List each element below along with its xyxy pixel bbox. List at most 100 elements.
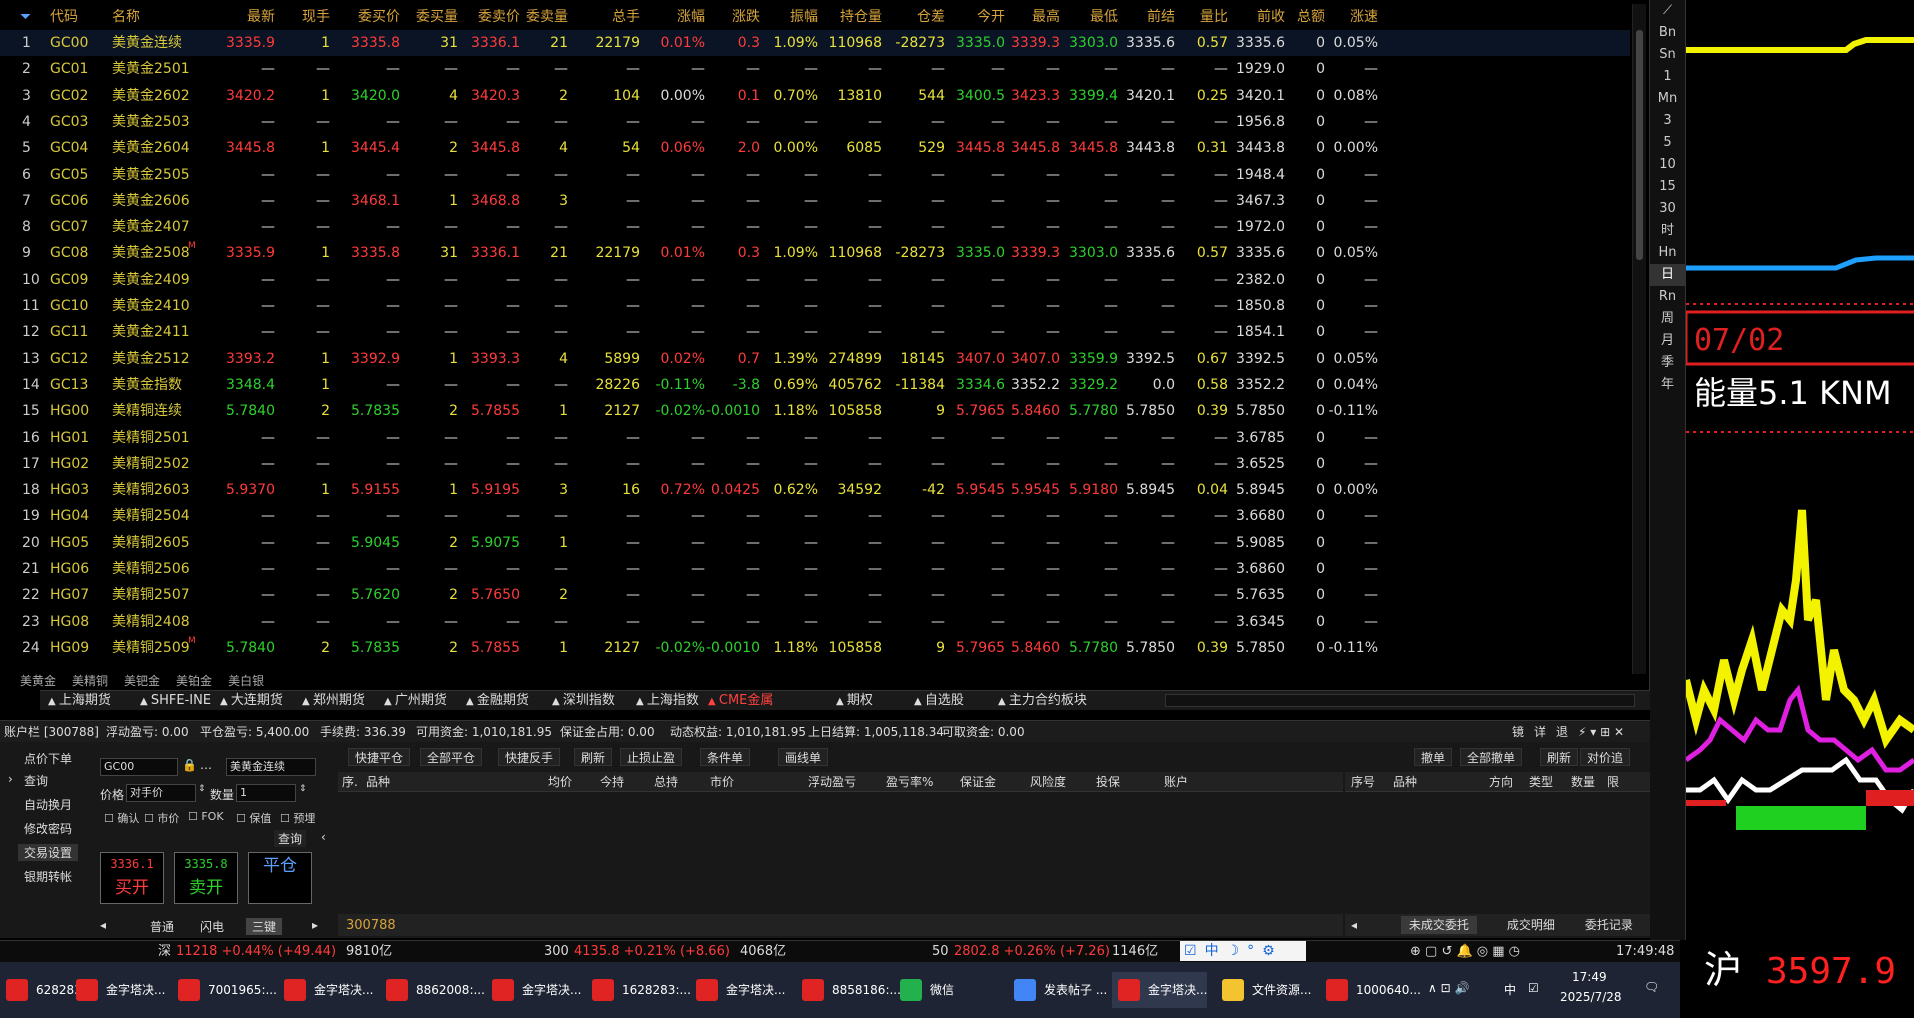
account-tag[interactable]: 300788 (338, 918, 396, 933)
market-tab[interactable]: ▲ 主力合约板块 (998, 691, 1087, 712)
position-action-button[interactable]: 止损止盈 (620, 748, 683, 766)
col-header-7[interactable]: 委卖量 (488, 4, 568, 30)
ime-icon[interactable]: ⚙ (1262, 943, 1275, 959)
market-tab[interactable]: ▲ 深圳指数 (552, 691, 615, 712)
query-button[interactable]: 查询 (274, 830, 307, 847)
more-icon[interactable]: … (200, 758, 212, 772)
table-row[interactable]: 2 GC01 美黄金2501— — — — — — — — — — — — — — — — —1929.0 0— (0, 56, 1630, 82)
taskbar-app[interactable]: 文件资源... (1216, 972, 1311, 1008)
position-col-header[interactable]: 盈亏率% (886, 772, 933, 792)
market-tab[interactable]: ▲ 郑州期货 (302, 691, 365, 712)
period-button[interactable]: 年 (1650, 374, 1685, 396)
period-button[interactable]: 月 (1650, 330, 1685, 352)
period-button[interactable]: 时 (1650, 220, 1685, 242)
tray-icons[interactable]: ∧ ⊡ 🔊 (1428, 981, 1469, 995)
table-row[interactable]: 1 GC00 美黄金连续 3335.9 1 3335.8 31 3336.1 21 22179 0.… (0, 30, 1630, 56)
notification-icon[interactable]: 🗨 (1644, 980, 1659, 994)
left-nav-item[interactable]: 自动换月 (24, 796, 72, 813)
order-col-header[interactable]: 品种 (1393, 772, 1417, 792)
period-button[interactable]: 30 (1650, 198, 1685, 220)
table-row[interactable]: 5 GC04 美黄金2604 3445.8 1 3445.4 2 3445.8 4 54 0.06%… (0, 135, 1630, 161)
table-row[interactable]: 24 HG09 美精铜2509 5.7840 2 5.7835 2 5.7855 1 2127 -0… (0, 635, 1630, 661)
clock-date[interactable]: 2025/7/28 (1560, 990, 1622, 1004)
line-chart-icon[interactable]: ⟋ (1650, 0, 1685, 22)
position-action-button[interactable]: 全部平仓 (420, 748, 483, 766)
position-col-header[interactable]: 总持 (654, 772, 678, 792)
sell-open-button[interactable]: 3335.8 卖开 (174, 852, 238, 904)
table-row[interactable]: 11 GC10 美黄金2410— — — — — — — — — — — — — — — — —1850.8 0— (0, 293, 1630, 319)
taskbar-app[interactable]: 金字塔决... (486, 972, 581, 1008)
sub-tab[interactable]: 美黄金 (20, 674, 56, 688)
taskbar-app[interactable]: 金字塔决... (690, 972, 785, 1008)
collapse-icon[interactable]: ‹ (321, 830, 326, 844)
contract-code-input[interactable]: GC00 (100, 758, 178, 776)
table-row[interactable]: 21 HG06 美精铜2506— — — — — — — — — — — — — — — — —3.6860 0— (0, 556, 1630, 582)
table-row[interactable]: 14 GC13 美黄金指数 3348.4 1— — — —28226 -0.11% -3.8 0.6… (0, 372, 1630, 398)
market-tab[interactable]: ▲ SHFE-INE (140, 691, 211, 712)
close-position-button[interactable]: 平仓 (248, 852, 312, 904)
lock-icon[interactable]: 🔒 (182, 758, 197, 772)
table-row[interactable]: 3 GC02 美黄金2602 3420.2 1 3420.0 4 3420.3 2 104 0.00… (0, 83, 1630, 109)
order-col-header[interactable]: 数量 (1571, 772, 1595, 792)
market-tab[interactable]: ▲ 上海期货 (48, 691, 111, 712)
market-tabs-horizontal-scrollbar[interactable] (1165, 694, 1635, 707)
table-row[interactable]: 15 HG00 美精铜连续 5.7840 2 5.7835 2 5.7855 1 2127 -0.0… (0, 398, 1630, 424)
period-button[interactable]: Bn (1650, 22, 1685, 44)
ime-icon[interactable]: ☽ (1227, 943, 1240, 959)
account-action-button[interactable]: 镜 (1512, 721, 1524, 743)
position-col-header[interactable]: 序. (342, 772, 358, 792)
position-col-header[interactable]: 账户 (1164, 772, 1188, 792)
price-input[interactable]: 对手价 (126, 784, 196, 802)
clock-time[interactable]: 17:49 (1572, 970, 1607, 984)
col-header-3[interactable]: 现手 (250, 4, 330, 30)
status-tool-icons[interactable]: ⊕ ▢ ↺ 🔔 ◎ ▦ ◷ (1410, 941, 1520, 963)
position-col-header[interactable]: 品种 (366, 772, 390, 792)
option-checkbox[interactable]: ☐ 确认 (104, 810, 139, 826)
period-button[interactable]: 3 (1650, 110, 1685, 132)
period-button[interactable]: 季 (1650, 352, 1685, 374)
ime-icon[interactable]: ° (1247, 943, 1254, 959)
next-arrow-icon[interactable]: ▸ (312, 918, 318, 932)
prev-arrow-icon[interactable]: ◂ (1345, 918, 1361, 932)
option-checkbox[interactable]: ☐ 市价 (144, 810, 179, 826)
sub-tab[interactable]: 美精铜 (72, 674, 108, 688)
table-row[interactable]: 19 HG04 美精铜2504— — — — — — — — — — — — — — — — —3.6680 0— (0, 503, 1630, 529)
order-tab[interactable]: 成交明细 (1507, 918, 1555, 932)
market-tab[interactable]: ▲ 期权 (836, 691, 873, 712)
sort-arrow-icon[interactable]: ⏷ (20, 4, 31, 30)
ime-mode-icon[interactable]: ☑ (1184, 943, 1197, 959)
prev-arrow-icon[interactable]: ◂ (100, 918, 106, 932)
price-stepper-icon[interactable]: ⇕ (198, 784, 206, 794)
market-tab[interactable]: ▲ CME金属 (708, 691, 773, 712)
account-action-button[interactable]: 详 (1534, 721, 1546, 743)
taskbar-app[interactable]: 发表帖子 ... (1008, 972, 1107, 1008)
market-tab[interactable]: ▲ 自选股 (914, 691, 964, 712)
col-header-0[interactable]: 代码 (50, 4, 78, 30)
period-button[interactable]: 1 (1650, 66, 1685, 88)
table-row[interactable]: 13 GC12 美黄金2512 3393.2 1 3392.9 1 3393.3 4 5899 0.… (0, 346, 1630, 372)
order-tab[interactable]: 委托记录 (1585, 918, 1633, 932)
position-col-header[interactable]: 市价 (710, 772, 734, 792)
period-button[interactable]: Sn (1650, 44, 1685, 66)
table-row[interactable]: 12 GC11 美黄金2411— — — — — — — — — — — — — — — — —1854.1 0— (0, 319, 1630, 345)
table-row[interactable]: 9 GC08 美黄金2508 3335.9 1 3335.8 31 3336.1 21 22179… (0, 240, 1630, 266)
qty-input[interactable]: 1 (236, 784, 296, 802)
qty-stepper-icon[interactable]: ⇕ (299, 784, 307, 794)
position-col-header[interactable]: 风险度 (1030, 772, 1066, 792)
taskbar-app[interactable]: 微信 (894, 972, 954, 1008)
taskbar-app[interactable]: 8858186:... (796, 972, 901, 1008)
order-mode-tab[interactable]: 普通 (150, 918, 174, 935)
order-mode-tab[interactable]: 闪电 (200, 918, 224, 935)
table-row[interactable]: 23 HG08 美精铜2408— — — — — — — — — — — — — — — — —3.6345 0— (0, 609, 1630, 635)
period-button[interactable]: Hn (1650, 242, 1685, 264)
position-col-header[interactable]: 均价 (548, 772, 572, 792)
period-button[interactable]: 5 (1650, 132, 1685, 154)
scroll-thumb[interactable] (1636, 30, 1643, 260)
order-tab[interactable]: 未成交委托 (1400, 916, 1477, 934)
left-nav-item[interactable]: 点价下单 (24, 750, 72, 767)
period-button[interactable]: 周 (1650, 308, 1685, 330)
taskbar-app[interactable]: 金字塔决... (70, 972, 165, 1008)
order-col-header[interactable]: 序号 (1351, 772, 1375, 792)
period-button[interactable]: Mn (1650, 88, 1685, 110)
order-col-header[interactable]: 方向 (1489, 772, 1513, 792)
